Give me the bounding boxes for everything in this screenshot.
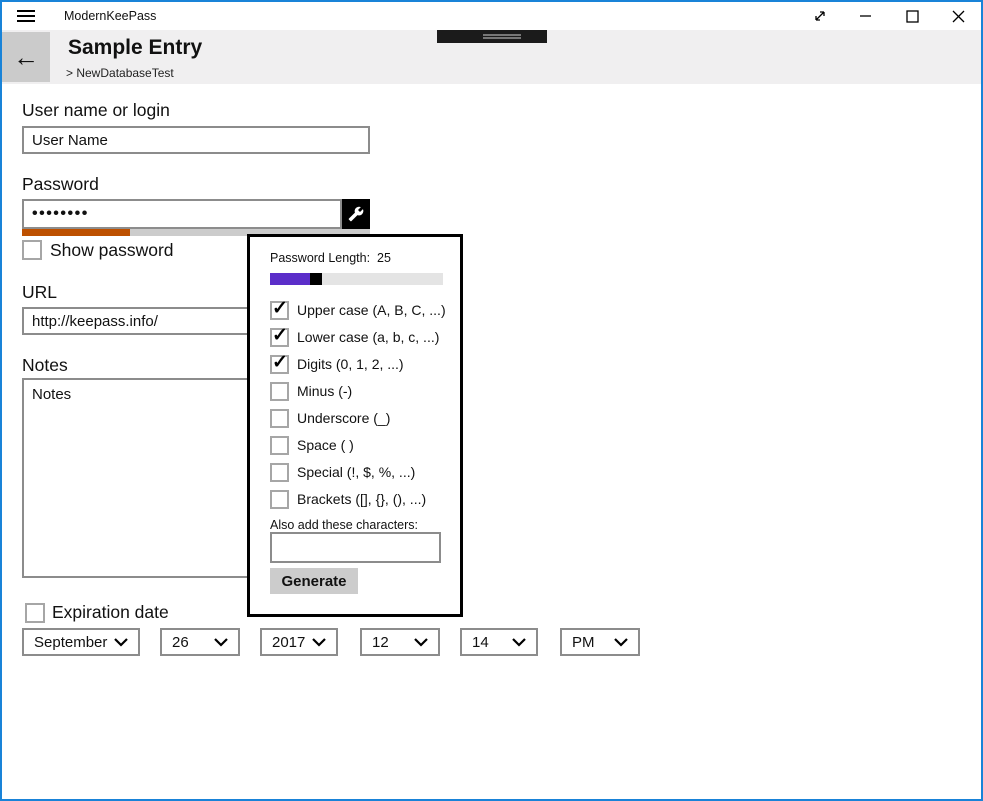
year-dropdown[interactable]: 2017 <box>260 628 338 656</box>
page-title: Sample Entry <box>68 36 202 60</box>
username-value: User Name <box>32 132 108 149</box>
lowercase-checkbox[interactable]: ✓ <box>270 328 289 347</box>
also-add-input[interactable] <box>270 532 441 563</box>
url-value: http://keepass.info/ <box>32 313 158 330</box>
password-value: •••••••• <box>32 205 89 223</box>
minute-value: 14 <box>472 634 489 651</box>
generate-button[interactable]: Generate <box>270 568 358 594</box>
ampm-value: PM <box>572 634 595 651</box>
day-value: 26 <box>172 634 189 651</box>
checkmark-icon: ✓ <box>272 326 288 345</box>
chevron-down-icon <box>414 638 428 647</box>
password-length-text: Password Length: <box>270 251 370 265</box>
option-label: Space ( ) <box>297 437 354 453</box>
minus-checkbox[interactable]: ✓ <box>270 382 289 401</box>
slider-thumb[interactable] <box>310 273 322 285</box>
month-value: September <box>34 634 107 651</box>
grip-icon <box>483 34 521 40</box>
floating-toolbar-handle[interactable] <box>437 30 547 43</box>
generator-option-underscore[interactable]: ✓ Underscore (_) <box>270 409 450 429</box>
fullscreen-button[interactable] <box>797 2 843 30</box>
special-checkbox[interactable]: ✓ <box>270 463 289 482</box>
generator-option-space[interactable]: ✓ Space ( ) <box>270 436 450 456</box>
space-checkbox[interactable]: ✓ <box>270 436 289 455</box>
uppercase-checkbox[interactable]: ✓ <box>270 301 289 320</box>
minimize-icon <box>860 10 872 22</box>
digits-checkbox[interactable]: ✓ <box>270 355 289 374</box>
minute-dropdown[interactable]: 14 <box>460 628 538 656</box>
chevron-down-icon <box>614 638 628 647</box>
title-bar: ModernKeePass <box>2 2 981 30</box>
chevron-down-icon <box>214 638 228 647</box>
checkmark-icon: ✓ <box>272 299 288 318</box>
username-input[interactable]: User Name <box>22 126 370 154</box>
password-length-label: Password Length: 25 <box>270 251 391 265</box>
maximize-button[interactable] <box>889 2 935 30</box>
fullscreen-icon <box>812 8 828 24</box>
ampm-dropdown[interactable]: PM <box>560 628 640 656</box>
slider-fill <box>270 273 310 285</box>
password-input[interactable]: •••••••• <box>22 199 342 229</box>
chevron-down-icon <box>512 638 526 647</box>
option-label: Special (!, $, %, ...) <box>297 464 415 480</box>
day-dropdown[interactable]: 26 <box>160 628 240 656</box>
url-label: URL <box>22 282 57 303</box>
option-label: Brackets ([], {}, (), ...) <box>297 491 426 507</box>
close-icon <box>952 10 965 23</box>
generator-option-lowercase[interactable]: ✓ Lower case (a, b, c, ...) <box>270 328 450 348</box>
username-label: User name or login <box>22 100 170 121</box>
option-label: Minus (-) <box>297 383 352 399</box>
minimize-button[interactable] <box>843 2 889 30</box>
close-button[interactable] <box>935 2 981 30</box>
show-password-checkbox[interactable]: ✓ <box>22 240 42 260</box>
app-title: ModernKeePass <box>64 2 156 30</box>
app-window: ModernKeePass ← Sample Entry > New <box>0 0 983 801</box>
breadcrumb: > NewDatabaseTest <box>66 66 174 80</box>
password-label: Password <box>22 174 99 195</box>
expiration-checkbox[interactable]: ✓ <box>25 603 45 623</box>
generator-option-brackets[interactable]: ✓ Brackets ([], {}, (), ...) <box>270 490 450 510</box>
wrench-icon <box>348 206 364 222</box>
checkmark-icon: ✓ <box>272 353 288 372</box>
maximize-icon <box>906 10 919 23</box>
hour-value: 12 <box>372 634 389 651</box>
password-length-slider[interactable] <box>270 273 443 285</box>
hour-dropdown[interactable]: 12 <box>360 628 440 656</box>
generator-option-digits[interactable]: ✓ Digits (0, 1, 2, ...) <box>270 355 450 375</box>
password-length-value: 25 <box>377 251 391 265</box>
password-strength-fill <box>22 229 130 236</box>
month-dropdown[interactable]: September <box>22 628 140 656</box>
hamburger-menu-icon[interactable] <box>17 10 35 24</box>
underscore-checkbox[interactable]: ✓ <box>270 409 289 428</box>
generator-option-special[interactable]: ✓ Special (!, $, %, ...) <box>270 463 450 483</box>
notes-value: Notes <box>32 386 71 403</box>
back-button[interactable]: ← <box>2 32 50 82</box>
also-add-label: Also add these characters: <box>270 518 418 532</box>
notes-label: Notes <box>22 355 68 376</box>
generator-option-uppercase[interactable]: ✓ Upper case (A, B, C, ...) <box>270 301 450 321</box>
password-generator-popup: Password Length: 25 ✓ Upper case (A, B, … <box>247 234 463 617</box>
year-value: 2017 <box>272 634 305 651</box>
show-password-label: Show password <box>50 240 174 261</box>
back-arrow-icon: ← <box>13 44 39 70</box>
chevron-down-icon <box>114 638 128 647</box>
option-label: Lower case (a, b, c, ...) <box>297 329 439 345</box>
generator-option-minus[interactable]: ✓ Minus (-) <box>270 382 450 402</box>
option-label: Underscore (_) <box>297 410 390 426</box>
password-generator-button[interactable] <box>342 199 370 229</box>
expiration-label: Expiration date <box>52 602 169 623</box>
brackets-checkbox[interactable]: ✓ <box>270 490 289 509</box>
option-label: Digits (0, 1, 2, ...) <box>297 356 404 372</box>
chevron-down-icon <box>312 638 326 647</box>
option-label: Upper case (A, B, C, ...) <box>297 302 446 318</box>
